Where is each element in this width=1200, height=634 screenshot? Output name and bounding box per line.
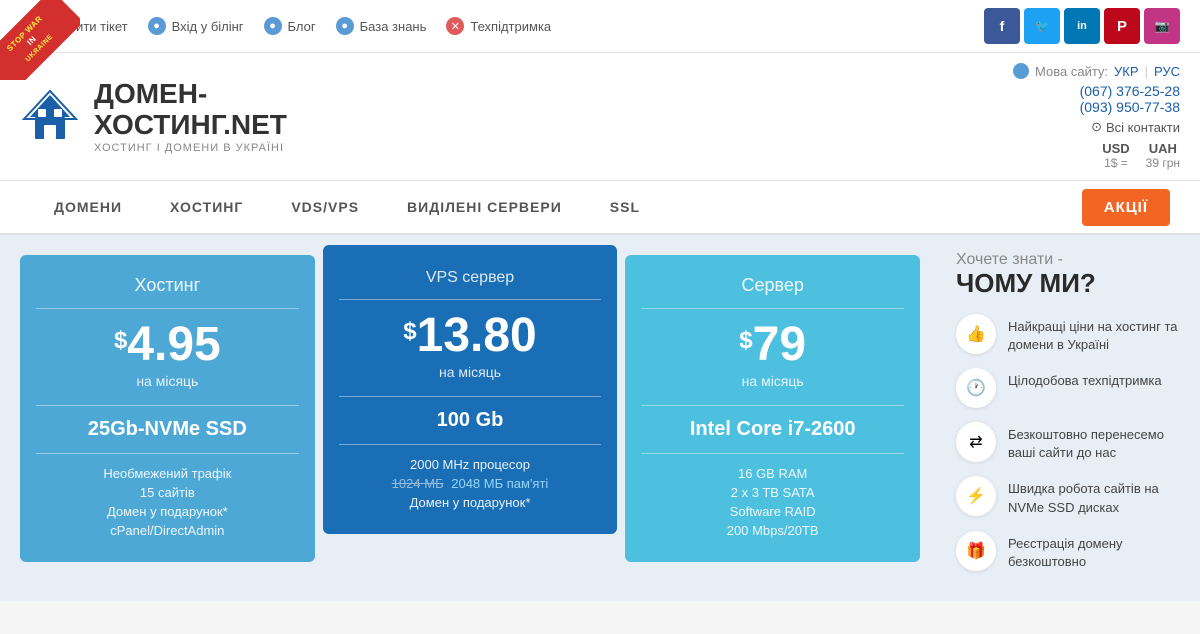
top-navigation: ● Відкрити тікет ● Вхід у білінг ● Блог … xyxy=(20,17,551,35)
server-feature-2: Software RAID xyxy=(641,504,904,519)
language-selector: Мова сайту: УКР | РУС xyxy=(1013,63,1180,79)
hosting-feature-main: 25Gb-NVMe SSD xyxy=(36,418,299,441)
hosting-card: Хостинг $4.95 на місяць 25Gb-NVMe SSD Не… xyxy=(20,255,315,562)
nav-vds-vps[interactable]: VDS/VPS xyxy=(267,181,383,235)
lang-rus-link[interactable]: РУС xyxy=(1154,64,1180,79)
hosting-feature-2: Домен у подарунок* xyxy=(36,504,299,519)
main-content: Хостинг $4.95 на місяць 25Gb-NVMe SSD Не… xyxy=(0,235,1200,601)
uah-rate: 39 грн xyxy=(1146,156,1180,170)
blog-icon: ● xyxy=(264,17,282,35)
phone-2[interactable]: (093) 950-77-38 xyxy=(1013,99,1180,115)
all-contacts-link[interactable]: ⊙ Всі контакти xyxy=(1013,119,1180,135)
vps-feature-0: 2000 MHz процесор xyxy=(339,457,602,472)
billing-icon: ● xyxy=(148,17,166,35)
knowledge-base-link[interactable]: ● База знань xyxy=(336,17,427,35)
sidebar-item-support-text: Цілодобова техпідтримка xyxy=(1008,368,1162,390)
hosting-card-title: Хостинг xyxy=(36,275,299,296)
site-header: ДОМЕН- ХОСТИНГ.NET ХОСТИНГ І ДОМЕНИ В УК… xyxy=(0,53,1200,181)
gift-icon: 🎁 xyxy=(956,531,996,571)
sidebar-item-speed-text: Швидка робота сайтів на NVMe SSD дисках xyxy=(1008,476,1184,516)
server-price: $79 xyxy=(641,321,904,369)
clock-icon: 🕐 xyxy=(956,368,996,408)
blog-link[interactable]: ● Блог xyxy=(264,17,316,35)
billing-link[interactable]: ● Вхід у білінг xyxy=(148,17,244,35)
vps-feature-3: Домен у подарунок* xyxy=(339,495,602,510)
main-navigation: ДОМЕНИ ХОСТИНГ VDS/VPS ВИДІЛЕНІ СЕРВЕРИ … xyxy=(0,181,1200,235)
vps-per: на місяць xyxy=(339,364,602,380)
linkedin-icon[interactable]: in xyxy=(1064,8,1100,44)
logo-text: ДОМЕН- ХОСТИНГ.NET ХОСТИНГ І ДОМЕНИ В УК… xyxy=(94,79,287,155)
nav-hosting[interactable]: ХОСТИНГ xyxy=(146,181,267,235)
lang-ukr-link[interactable]: УКР xyxy=(1114,64,1139,79)
logo-tagline: ХОСТИНГ І ДОМЕНИ В УКРАЇНІ xyxy=(94,142,287,154)
vps-card: VPS сервер $13.80 на місяць 100 Gb 2000 … xyxy=(323,245,618,534)
nav-dedicated[interactable]: ВИДІЛЕНІ СЕРВЕРИ xyxy=(383,181,586,235)
logo-name: ДОМЕН- ХОСТИНГ.NET xyxy=(94,79,287,141)
logo-area: ДОМЕН- ХОСТИНГ.NET ХОСТИНГ І ДОМЕНИ В УК… xyxy=(20,79,287,155)
pricing-section: Хостинг $4.95 на місяць 25Gb-NVMe SSD Не… xyxy=(0,235,940,601)
hosting-per: на місяць xyxy=(36,373,299,389)
contacts-icon: ⊙ xyxy=(1091,119,1102,135)
sidebar-item-support: 🕐 Цілодобова техпідтримка xyxy=(956,368,1184,408)
support-link[interactable]: ✕ Техпідтримка xyxy=(446,17,551,35)
pinterest-icon[interactable]: P xyxy=(1104,8,1140,44)
speed-icon: ⚡ xyxy=(956,476,996,516)
server-feature-3: 200 Mbps/20TB xyxy=(641,523,904,538)
sidebar-subtitle: Хочете знати - xyxy=(956,251,1184,269)
server-card: Сервер $79 на місяць Intel Core i7-2600 … xyxy=(625,255,920,562)
vps-card-title: VPS сервер xyxy=(339,269,602,287)
support-icon: ✕ xyxy=(446,17,464,35)
vps-feature-main: 100 Gb xyxy=(339,409,602,432)
vps-feature-1: 1024 МБ 2048 МБ пам'яті xyxy=(339,476,602,491)
header-contact-area: Мова сайту: УКР | РУС (067) 376-25-28 (0… xyxy=(1013,63,1180,170)
currency-row: USD 1$ = UAH 39 грн xyxy=(1013,141,1180,170)
nav-ssl[interactable]: SSL xyxy=(586,181,664,235)
promo-button[interactable]: АКЦІЇ xyxy=(1082,189,1170,226)
hosting-price: $4.95 xyxy=(36,321,299,369)
usd-rate: 1$ = xyxy=(1102,156,1129,170)
sidebar-item-prices-text: Найкращі ціни на хостинг та домени в Укр… xyxy=(1008,314,1184,354)
instagram-icon[interactable]: 📷 xyxy=(1144,8,1180,44)
sidebar-item-speed: ⚡ Швидка робота сайтів на NVMe SSD диска… xyxy=(956,476,1184,516)
vps-price: $13.80 xyxy=(339,312,602,360)
sidebar-item-gift: 🎁 Реєстрація домену безкоштовно xyxy=(956,531,1184,571)
hosting-feature-3: cPanel/DirectAdmin xyxy=(36,523,299,538)
server-feature-0: 16 GB RAM xyxy=(641,466,904,481)
usd-label: USD xyxy=(1102,141,1129,156)
hosting-feature-0: Необмежений трафік xyxy=(36,466,299,481)
phone-1[interactable]: (067) 376-25-28 xyxy=(1013,83,1180,99)
sidebar-item-prices: 👍 Найкращі ціни на хостинг та домени в У… xyxy=(956,314,1184,354)
knowledge-icon: ● xyxy=(336,17,354,35)
thumbs-up-icon: 👍 xyxy=(956,314,996,354)
top-bar: ● Відкрити тікет ● Вхід у білінг ● Блог … xyxy=(0,0,1200,53)
sidebar-item-gift-text: Реєстрація домену безкоштовно xyxy=(1008,531,1184,571)
server-feature-main: Intel Core i7-2600 xyxy=(641,418,904,441)
logo-house-icon xyxy=(20,87,80,147)
facebook-icon[interactable]: f xyxy=(984,8,1020,44)
twitter-icon[interactable]: 🐦 xyxy=(1024,8,1060,44)
server-per: на місяць xyxy=(641,373,904,389)
server-feature-1: 2 x 3 TB SATA xyxy=(641,485,904,500)
server-card-title: Сервер xyxy=(641,275,904,296)
sidebar-item-transfer-text: Безкоштовно перенесемо ваші сайти до нас xyxy=(1008,422,1184,462)
nav-domains[interactable]: ДОМЕНИ xyxy=(30,181,146,235)
hosting-feature-1: 15 сайтів xyxy=(36,485,299,500)
sidebar-title: ЧОМУ МИ? xyxy=(956,269,1184,298)
lang-icon xyxy=(1013,63,1029,79)
social-bar: f 🐦 in P 📷 xyxy=(984,8,1180,44)
why-us-sidebar: Хочете знати - ЧОМУ МИ? 👍 Найкращі ціни … xyxy=(940,235,1200,601)
transfer-icon: ⇄ xyxy=(956,422,996,462)
sidebar-item-transfer: ⇄ Безкоштовно перенесемо ваші сайти до н… xyxy=(956,422,1184,462)
uah-label: UAH xyxy=(1146,141,1180,156)
war-banner: STOP WAR IN UKRAINE xyxy=(0,0,80,80)
